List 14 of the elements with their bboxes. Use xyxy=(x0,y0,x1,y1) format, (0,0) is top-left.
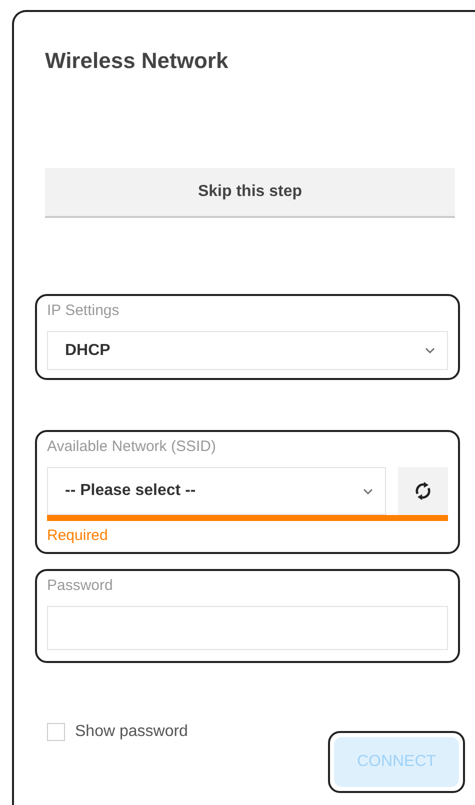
field-label: IP Settings xyxy=(47,302,120,319)
chevron-down-icon xyxy=(425,347,435,354)
dialog-title: Wireless Network xyxy=(45,48,230,74)
checkbox-label: Show password xyxy=(75,723,188,741)
password-field[interactable] xyxy=(47,606,448,650)
skip-button[interactable]: Skip this step xyxy=(45,168,455,218)
network-select[interactable]: -- Please select -- xyxy=(47,467,386,515)
ip-settings-select[interactable]: DHCP xyxy=(47,331,448,370)
error-message: Required xyxy=(47,527,108,544)
chevron-down-icon xyxy=(363,488,373,494)
refresh-button[interactable] xyxy=(398,467,448,515)
field-label: Available Network (SSID) xyxy=(47,438,216,455)
field-label: Password xyxy=(47,577,113,594)
checkbox[interactable] xyxy=(47,723,65,741)
